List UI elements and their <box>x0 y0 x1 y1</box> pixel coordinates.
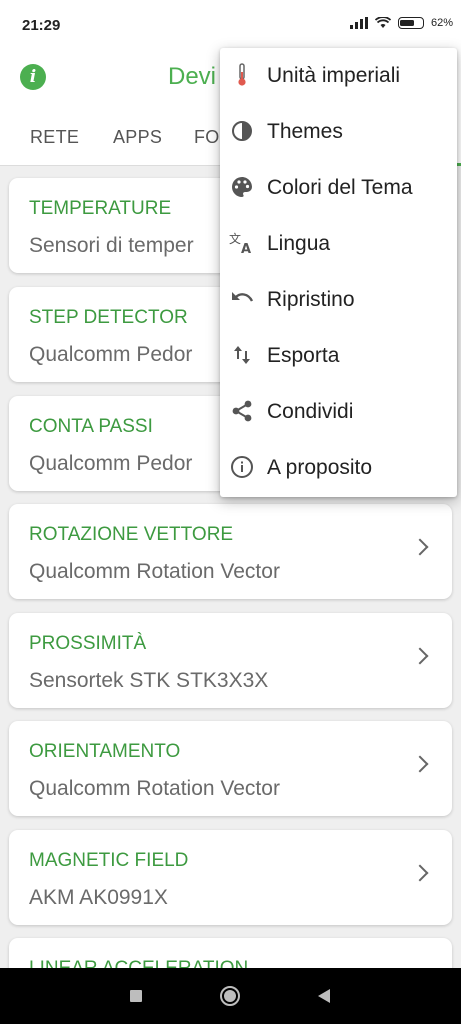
card-subtitle: Sensori di temper <box>29 234 194 257</box>
overflow-menu: Unità imperiali Themes Colori del Tema 文… <box>220 48 457 497</box>
home-button[interactable] <box>218 984 242 1008</box>
translate-icon: 文A <box>229 230 255 256</box>
chevron-right-icon <box>411 647 429 665</box>
card-title: MAGNETIC FIELD <box>29 850 189 871</box>
card-title: STEP DETECTOR <box>29 307 188 328</box>
recents-button[interactable] <box>124 984 148 1008</box>
menu-item-label: Condividi <box>267 400 354 423</box>
svg-text:文: 文 <box>229 231 241 246</box>
palette-icon <box>229 174 255 200</box>
tab-rete[interactable]: RETE <box>30 127 79 148</box>
chevron-right-icon <box>411 755 429 773</box>
sensor-card-prossimita[interactable]: PROSSIMITÀ Sensortek STK STK3X3X <box>9 613 452 708</box>
signal-icon <box>349 17 368 29</box>
battery-icon <box>397 17 424 29</box>
menu-item-label: Colori del Tema <box>267 176 413 199</box>
card-title: TEMPERATURE <box>29 198 172 219</box>
status-icons: 62% <box>349 17 453 29</box>
menu-item-esporta[interactable]: Esporta <box>220 328 457 384</box>
sensor-card-orientamento[interactable]: ORIENTAMENTO Qualcomm Rotation Vector <box>9 721 452 816</box>
menu-item-label: A proposito <box>267 456 373 479</box>
card-title: ORIENTAMENTO <box>29 741 181 762</box>
system-nav-bar <box>0 968 461 1024</box>
tab-fo[interactable]: FO <box>194 127 220 148</box>
chevron-right-icon <box>411 864 429 882</box>
menu-item-a-proposito[interactable]: A proposito <box>220 440 457 496</box>
thermometer-icon <box>229 62 255 88</box>
sensor-card-magnetic-field[interactable]: MAGNETIC FIELD AKM AK0991X <box>9 830 452 925</box>
app-title: Devi <box>168 63 217 90</box>
menu-item-colori-del-tema[interactable]: Colori del Tema <box>220 160 457 216</box>
info-outline-icon <box>229 454 255 480</box>
share-icon <box>229 398 255 424</box>
status-bar: 21:29 62% <box>0 0 461 48</box>
card-title: CONTA PASSI <box>29 416 153 437</box>
menu-item-ripristino[interactable]: Ripristino <box>220 272 457 328</box>
square-icon <box>130 990 142 1002</box>
menu-item-lingua[interactable]: 文A Lingua <box>220 216 457 272</box>
info-icon[interactable]: i <box>20 64 46 90</box>
circle-icon <box>220 986 240 1006</box>
menu-item-label: Ripristino <box>267 288 355 311</box>
card-subtitle: Qualcomm Rotation Vector <box>29 560 280 583</box>
card-subtitle: AKM AK0991X <box>29 886 168 909</box>
undo-icon <box>229 286 255 312</box>
menu-item-condividi[interactable]: Condividi <box>220 384 457 440</box>
menu-item-unita-imperiali[interactable]: Unità imperiali <box>220 48 457 104</box>
triangle-back-icon <box>318 989 330 1003</box>
card-subtitle: Qualcomm Rotation Vector <box>29 777 280 800</box>
card-title: PROSSIMITÀ <box>29 633 147 654</box>
card-subtitle: Qualcomm Pedor <box>29 343 193 366</box>
battery-level: 62% <box>430 17 453 29</box>
wifi-icon <box>374 17 391 28</box>
card-subtitle: Sensortek STK STK3X3X <box>29 669 269 692</box>
status-time: 21:29 <box>22 17 61 34</box>
menu-item-label: Esporta <box>267 344 340 367</box>
tab-apps[interactable]: APPS <box>113 127 162 148</box>
menu-item-themes[interactable]: Themes <box>220 104 457 160</box>
svg-text:A: A <box>241 242 251 255</box>
back-button[interactable] <box>312 984 336 1008</box>
sensor-card-rotazione-vettore[interactable]: ROTAZIONE VETTORE Qualcomm Rotation Vect… <box>9 504 452 599</box>
menu-item-label: Unità imperiali <box>267 64 401 87</box>
contrast-icon <box>229 118 255 144</box>
card-title: ROTAZIONE VETTORE <box>29 524 234 545</box>
import-export-icon <box>229 342 255 368</box>
menu-item-label: Lingua <box>267 232 331 255</box>
card-subtitle: Qualcomm Pedor <box>29 452 193 475</box>
chevron-right-icon <box>411 538 429 556</box>
menu-item-label: Themes <box>267 120 343 143</box>
